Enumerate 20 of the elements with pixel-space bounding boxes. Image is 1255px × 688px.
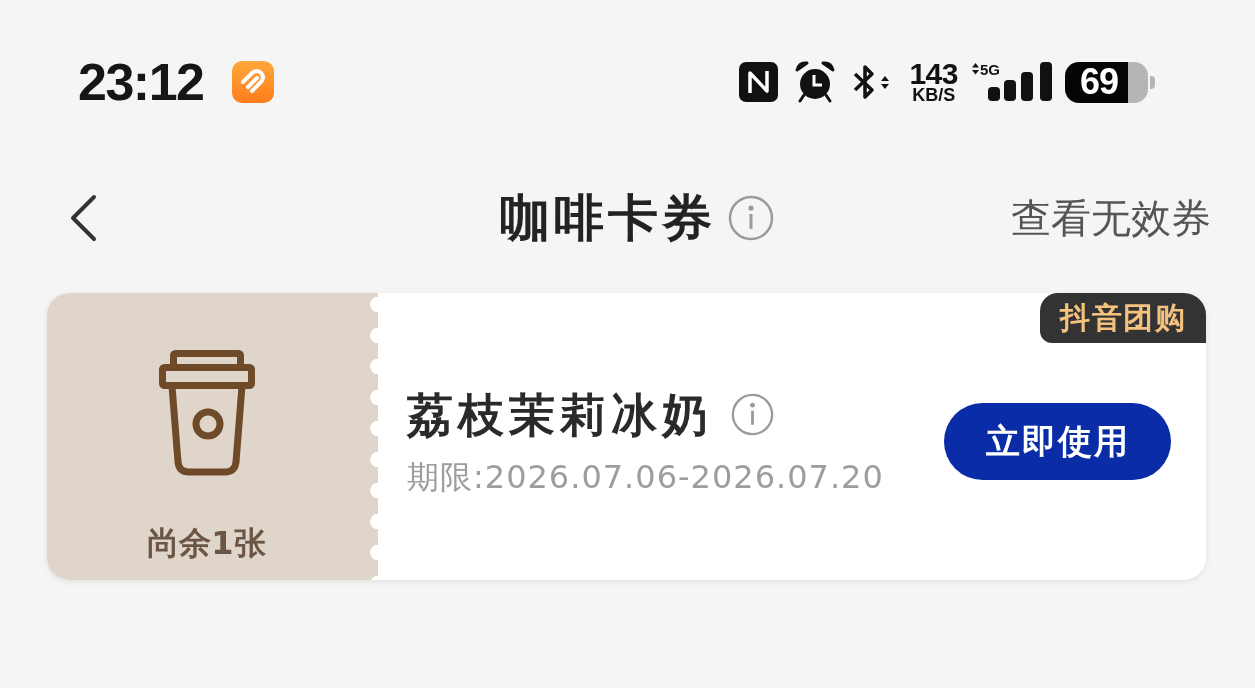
- page-title: 咖啡卡券: [499, 187, 716, 248]
- battery-percentage: 69: [1080, 64, 1119, 100]
- nfc-icon: [739, 62, 779, 102]
- chevron-left-icon: [68, 193, 98, 242]
- remaining-count: 尚余1张: [147, 523, 266, 563]
- network-speed: 143: [909, 60, 958, 86]
- data-arrows-icon: [972, 63, 979, 75]
- coffee-cup-icon: [158, 350, 255, 476]
- info-icon[interactable]: [727, 194, 774, 241]
- network-speed-unit: KB/S: [912, 85, 956, 104]
- info-icon[interactable]: [731, 393, 774, 436]
- view-invalid-coupons-link[interactable]: 查看无效券: [1011, 192, 1211, 243]
- validity-period: 期限:2026.07.06-2026.07.20: [407, 456, 884, 497]
- coupon-name: 荔枝茉莉冰奶: [407, 386, 713, 443]
- app-icon: [231, 61, 274, 103]
- network-type: 5G: [980, 61, 1000, 78]
- source-tag: 抖音团购: [1040, 293, 1206, 343]
- alarm-clock-icon: [795, 61, 836, 103]
- status-time: 23:12: [78, 60, 204, 104]
- use-now-button[interactable]: 立即使用: [944, 403, 1171, 480]
